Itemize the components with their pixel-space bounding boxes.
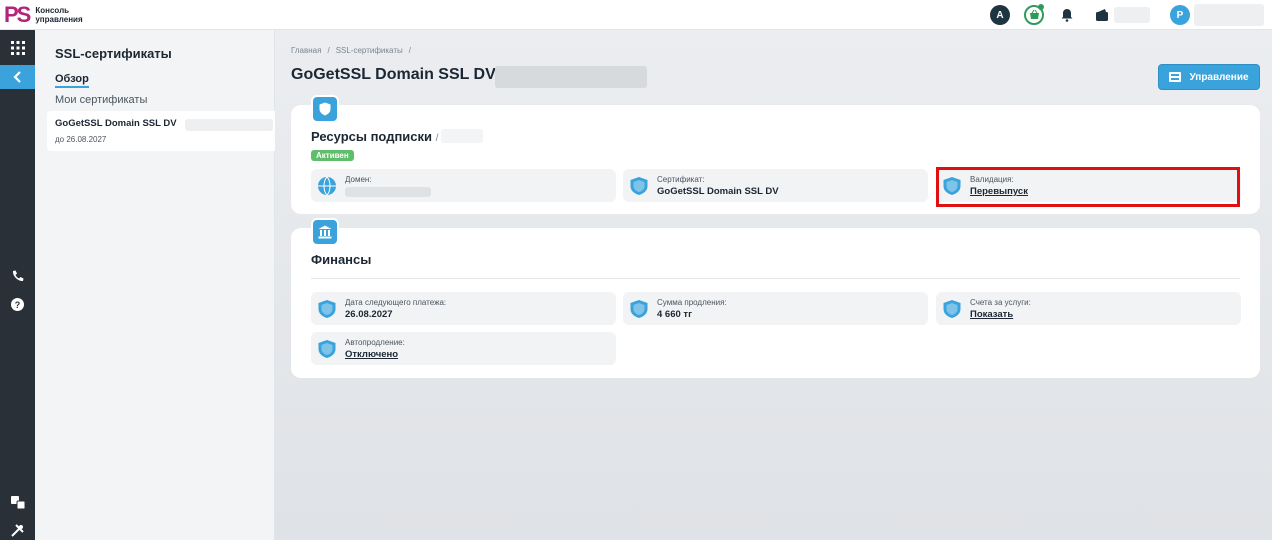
globe-icon xyxy=(318,176,336,196)
bank-icon xyxy=(318,225,332,239)
autorenew-tile: Автопродление: Отключено xyxy=(311,332,616,365)
finance-panel: Финансы Дата следующего платежа: 26.08.2… xyxy=(291,218,1260,378)
help-icon: ? xyxy=(11,297,24,311)
breadcrumb-ssl[interactable]: SSL-сертификаты xyxy=(336,46,403,55)
breadcrumb-separator: / xyxy=(408,46,411,55)
panel-icon xyxy=(311,218,339,246)
translate-icon xyxy=(10,495,25,509)
apps-menu-button[interactable] xyxy=(0,36,35,60)
sidebar: SSL-сертификаты Обзор Мои сертификаты Go… xyxy=(35,30,275,540)
domain-label: Домен: xyxy=(345,175,372,184)
subscription-panel: Ресурсы подписки / Активен Домен: Сертиф… xyxy=(291,95,1260,214)
help-button[interactable]: ? xyxy=(0,292,35,316)
collapse-sidebar-button[interactable] xyxy=(0,65,35,89)
phone-button[interactable] xyxy=(0,264,35,288)
renewal-amount-tile: Сумма продления: 4 660 тг xyxy=(623,292,928,325)
cart-indicator-dot xyxy=(1038,4,1044,10)
shield-icon xyxy=(319,102,331,116)
breadcrumb-separator: / xyxy=(327,46,330,55)
balance-redacted xyxy=(1114,7,1150,23)
subscription-title: Ресурсы подписки / xyxy=(311,129,438,144)
logo[interactable]: PS Консоль управления xyxy=(4,1,83,27)
account-initial: A xyxy=(996,9,1004,21)
shield-icon xyxy=(943,300,961,318)
shield-icon xyxy=(318,340,336,358)
autorenew-toggle-link[interactable]: Отключено xyxy=(345,349,398,360)
shield-icon xyxy=(630,177,648,195)
invoices-tile: Счета за услуги: Показать xyxy=(936,292,1241,325)
phone-icon xyxy=(12,270,24,281)
subscription-id-redacted xyxy=(441,129,483,143)
manage-icon xyxy=(1169,72,1182,82)
certificate-value: GoGetSSL Domain SSL DV xyxy=(657,186,779,197)
finance-title: Финансы xyxy=(311,252,372,267)
renewal-amount-value: 4 660 тг xyxy=(657,309,693,320)
user-avatar[interactable]: P xyxy=(1170,5,1190,25)
logo-text: Консоль управления xyxy=(35,6,82,24)
sidebar-title: SSL-сертификаты xyxy=(55,46,172,61)
language-button[interactable] xyxy=(0,490,35,514)
logo-text-line1: Консоль xyxy=(35,5,70,15)
next-payment-label: Дата следующего платежа: xyxy=(345,298,447,307)
wallet-icon[interactable] xyxy=(1096,9,1109,21)
certificate-card[interactable]: GoGetSSL Domain SSL DV до 26.08.2027 xyxy=(47,111,275,151)
subscription-title-text: Ресурсы подписки xyxy=(311,129,433,144)
certificate-tile: Сертификат: GoGetSSL Domain SSL DV xyxy=(623,169,928,202)
basket-icon xyxy=(1029,10,1039,19)
sidebar-item-my-certificates[interactable]: Мои сертификаты xyxy=(55,94,147,106)
highlight-box xyxy=(936,167,1240,207)
domain-tile: Домен: xyxy=(311,169,616,202)
account-switcher[interactable]: A xyxy=(990,5,1010,25)
logo-mark: PS xyxy=(4,1,31,27)
shield-icon xyxy=(630,300,648,318)
page-title-domain-redacted xyxy=(495,66,647,88)
user-initial: P xyxy=(1176,9,1184,21)
user-name-redacted[interactable] xyxy=(1194,4,1264,26)
tools-button[interactable] xyxy=(0,518,35,540)
left-rail: ? xyxy=(0,30,35,540)
top-bar: PS Консоль управления A P xyxy=(0,0,1272,30)
domain-value-redacted xyxy=(345,187,431,197)
next-payment-tile: Дата следующего платежа: 26.08.2027 xyxy=(311,292,616,325)
status-badge: Активен xyxy=(311,150,354,161)
finance-divider xyxy=(311,278,1240,279)
panel-icon xyxy=(311,95,339,123)
subscription-title-separator: / xyxy=(435,133,439,144)
tools-icon xyxy=(11,523,24,537)
certificate-card-date: до 26.08.2027 xyxy=(55,135,107,144)
renewal-amount-label: Сумма продления: xyxy=(657,298,727,307)
manage-button[interactable]: Управление xyxy=(1158,64,1260,90)
page-title: GoGetSSL Domain SSL DV xyxy=(291,66,496,83)
main-content: Главная / SSL-сертификаты / GoGetSSL Dom… xyxy=(275,30,1272,540)
bell-icon[interactable] xyxy=(1060,8,1074,22)
breadcrumb-home[interactable]: Главная xyxy=(291,46,321,55)
sidebar-item-overview[interactable]: Обзор xyxy=(55,73,89,88)
breadcrumb: Главная / SSL-сертификаты / xyxy=(291,46,411,55)
show-invoices-link[interactable]: Показать xyxy=(970,309,1013,320)
apps-grid-icon xyxy=(10,41,25,55)
manage-button-label: Управление xyxy=(1189,71,1249,83)
cart-button[interactable] xyxy=(1024,4,1044,25)
shield-icon xyxy=(318,300,336,318)
invoices-label: Счета за услуги: xyxy=(970,298,1031,307)
certificate-card-name: GoGetSSL Domain SSL DV xyxy=(55,118,177,129)
certificate-label: Сертификат: xyxy=(657,175,705,184)
autorenew-label: Автопродление: xyxy=(345,338,405,347)
svg-text:?: ? xyxy=(15,300,21,310)
back-chevron-icon xyxy=(12,71,21,83)
certificate-card-domain-redacted xyxy=(185,119,273,131)
next-payment-value: 26.08.2027 xyxy=(345,309,393,320)
logo-text-line2: управления xyxy=(35,14,83,24)
